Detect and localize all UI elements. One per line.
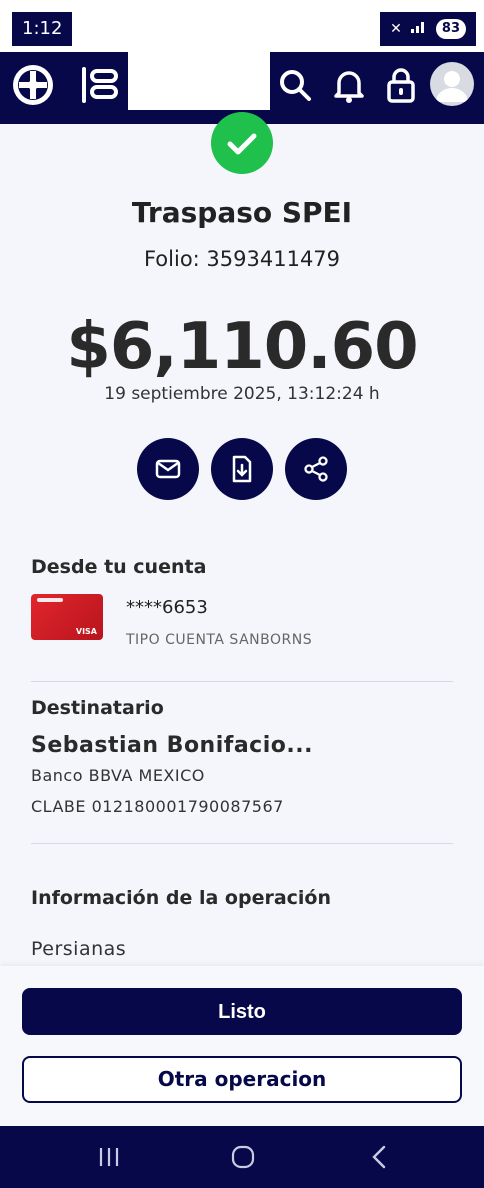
search-icon[interactable] (272, 62, 318, 108)
from-account-heading: Desde tu cuenta (31, 556, 207, 578)
header-white-area (128, 52, 270, 110)
transaction-title: Traspaso SPEI (131, 196, 353, 229)
brand-logo-icon[interactable] (10, 62, 56, 108)
success-check-icon (211, 112, 273, 174)
divider (31, 681, 453, 682)
recipient-name: Sebastian Bonifacio... (31, 733, 313, 758)
transaction-folio: Folio: 3593411479 (143, 247, 341, 271)
status-time: 1:12 (12, 12, 73, 46)
done-button[interactable]: Listo (22, 988, 462, 1035)
system-navigation-bar (0, 1126, 484, 1188)
operation-concept: Persianas (31, 938, 127, 960)
share-receipt-button[interactable] (285, 438, 347, 500)
recent-apps-icon[interactable] (86, 1140, 132, 1174)
recipient-clabe: CLABE 012180001790087567 (31, 797, 284, 816)
notifications-bell-icon[interactable] (326, 62, 372, 108)
back-icon[interactable] (356, 1140, 402, 1174)
recipient-heading: Destinatario (31, 697, 164, 719)
account-masked-number: ****6653 (126, 597, 208, 618)
signal-icon (410, 12, 428, 46)
divider (31, 843, 453, 844)
menu-icon[interactable] (76, 62, 124, 108)
user-avatar[interactable] (430, 62, 474, 106)
lock-icon[interactable] (378, 62, 424, 108)
status-icons: ✕ 83 (380, 12, 476, 46)
other-operation-button[interactable]: Otra operacion (22, 1056, 462, 1103)
operation-heading: Información de la operación (31, 887, 332, 909)
email-receipt-button[interactable] (137, 438, 199, 500)
card-image: VISA (31, 594, 103, 640)
recipient-bank: Banco BBVA MEXICO (31, 766, 205, 785)
download-receipt-button[interactable] (211, 438, 273, 500)
mute-icon: ✕ (390, 21, 402, 37)
transaction-datetime: 19 septiembre 2025, 13:12:24 h (104, 384, 380, 404)
card-bank-logo (37, 598, 63, 602)
account-type: TIPO CUENTA SANBORNS (126, 632, 313, 648)
card-brand: VISA (75, 627, 97, 636)
status-bar: 1:12 ✕ 83 (0, 0, 484, 52)
transaction-amount: $6,110.60 (66, 310, 418, 384)
home-icon[interactable] (220, 1140, 266, 1174)
battery-level: 83 (435, 19, 466, 39)
